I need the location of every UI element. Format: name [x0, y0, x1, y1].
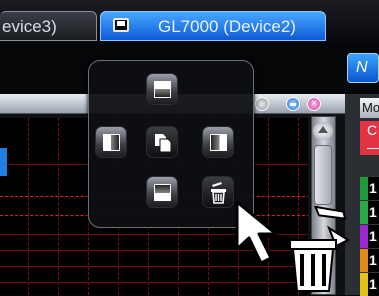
scroll-up-button[interactable] [313, 122, 333, 140]
side-panel-header: Mo [360, 98, 379, 118]
grid-line-vertical [58, 118, 59, 295]
restore-button[interactable] [286, 97, 300, 111]
split-bottom-icon [154, 184, 171, 201]
trash-can-icon [289, 206, 351, 292]
channel-color-swatch [360, 249, 368, 272]
tab-gl7000-device2[interactable]: GL7000 (Device2) [100, 11, 326, 41]
scroll-thumb[interactable] [314, 145, 332, 205]
split-top-icon [154, 81, 171, 98]
copy-button[interactable] [146, 126, 178, 158]
grid-line-vertical [28, 118, 29, 295]
split-bottom-button[interactable] [146, 176, 178, 208]
close-button[interactable]: × [307, 97, 321, 111]
channel-color-swatch [360, 201, 368, 224]
delete-button[interactable] [202, 176, 234, 208]
tab-gl7000-device2-label: GL7000 (Device2) [158, 17, 296, 36]
split-right-icon [210, 134, 227, 151]
side-list-number: 1 [369, 252, 377, 268]
channel-marker[interactable] [0, 148, 7, 176]
grid-line-horizontal [0, 282, 308, 283]
delete-trash-icon [211, 182, 226, 204]
side-panel-red-label: C [367, 122, 378, 138]
toolbar-right-button[interactable]: N [347, 53, 379, 83]
channel-color-swatch [360, 177, 368, 200]
split-left-button[interactable] [95, 126, 127, 158]
side-list-number: 1 [369, 276, 377, 292]
toolbar-right-button-label: N [356, 59, 368, 76]
layout-popup-menu [88, 60, 254, 228]
channel-color-swatch [360, 225, 368, 248]
split-top-button[interactable] [146, 73, 178, 105]
side-list-number: 1 [369, 228, 377, 244]
tab-device3-label: evice3) [2, 17, 57, 36]
tab-device3[interactable]: evice3) [0, 11, 97, 41]
side-list-number: 1 [369, 204, 377, 220]
split-right-button[interactable] [202, 126, 234, 158]
side-panel-red-dash: — [367, 140, 379, 155]
split-left-icon [103, 134, 120, 151]
minimize-button[interactable] [255, 97, 269, 111]
channel-color-swatch [360, 273, 368, 296]
side-list-number: 1 [369, 180, 377, 196]
copy-icon [155, 134, 172, 153]
close-icon: × [311, 98, 317, 109]
document-icon [113, 18, 129, 32]
